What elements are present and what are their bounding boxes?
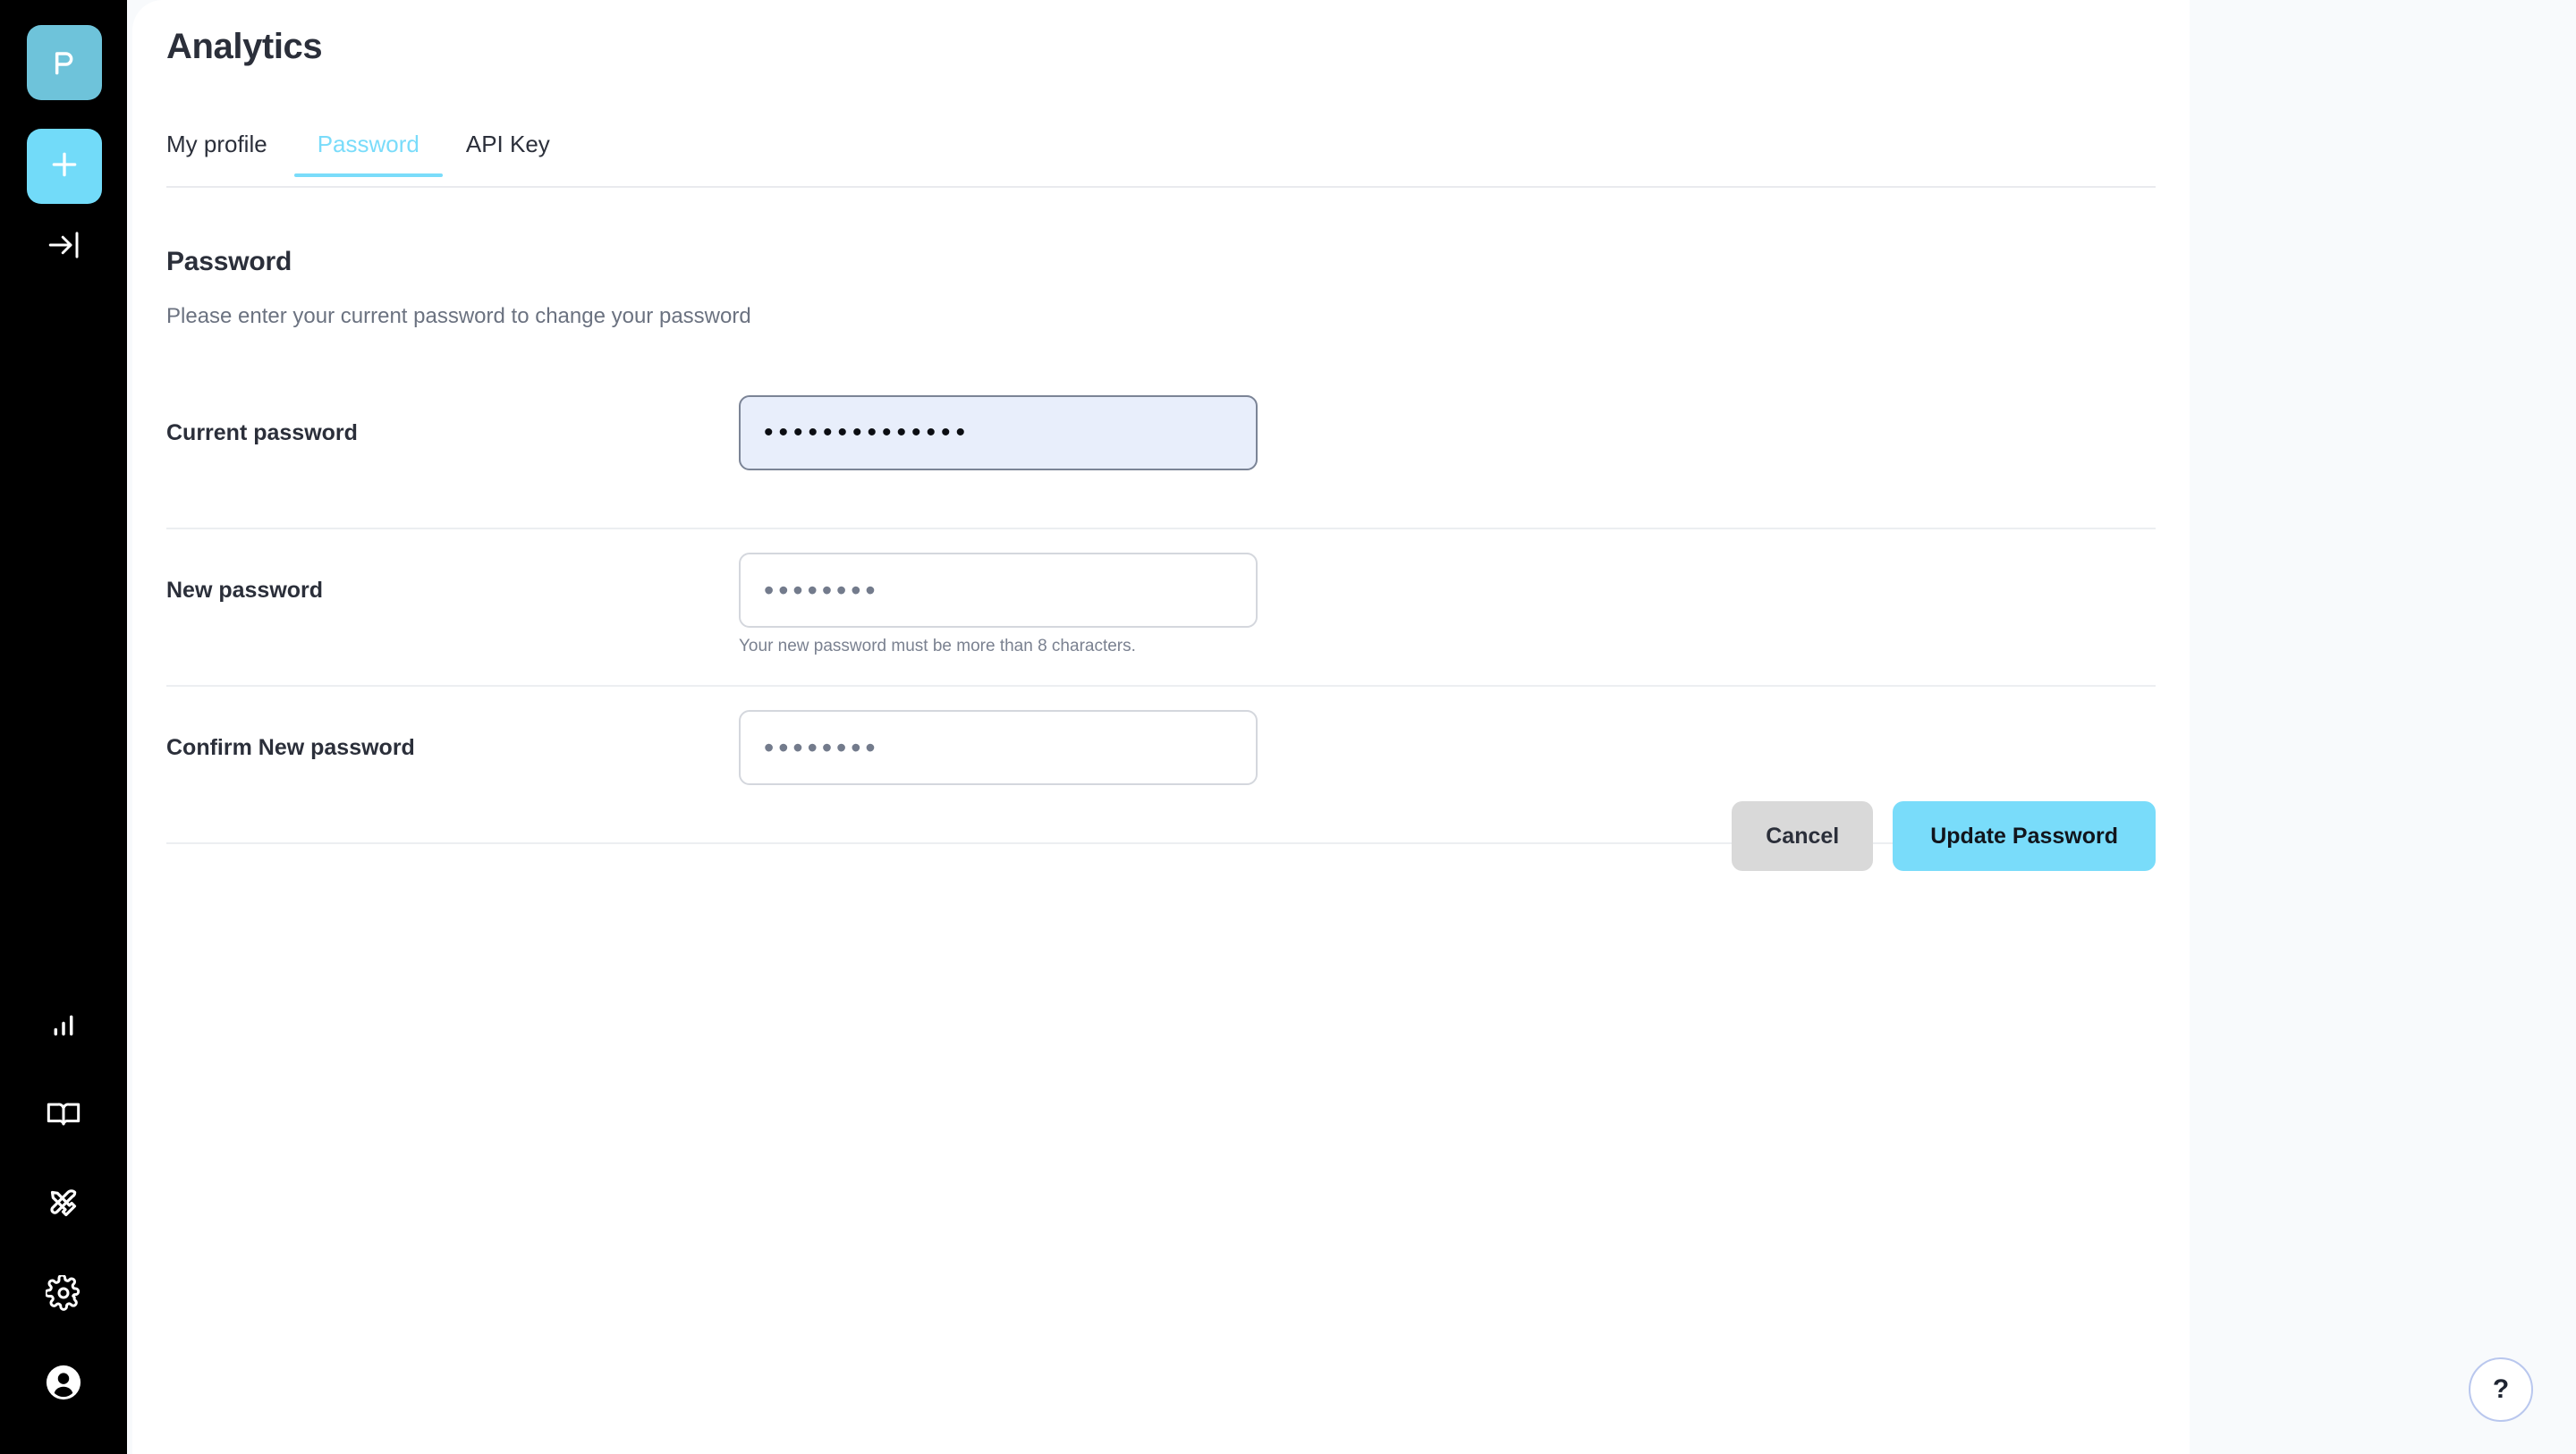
sidebar-item-profile[interactable] [0, 1340, 127, 1429]
bar-chart-icon [47, 1008, 80, 1046]
collapse-sidebar-button[interactable] [27, 220, 102, 274]
new-password-hint: Your new password must be more than 8 ch… [739, 637, 1136, 655]
sidebar-item-tools[interactable] [0, 1161, 127, 1250]
current-password-input[interactable]: •••••••••••••• [739, 395, 1258, 470]
section-description: Please enter your current password to ch… [166, 304, 751, 328]
password-form: Current password •••••••••••••• New pass… [166, 372, 2156, 844]
add-button[interactable] [27, 129, 102, 204]
tab-api-key[interactable]: API Key [443, 132, 573, 175]
new-password-value: •••••••• [764, 574, 880, 606]
sidebar-bottom-nav [0, 982, 127, 1454]
app-logo[interactable] [27, 25, 102, 100]
update-password-button[interactable]: Update Password [1893, 801, 2156, 871]
new-password-label: New password [166, 578, 324, 603]
confirm-password-value: •••••••• [764, 731, 880, 764]
book-icon [46, 1096, 81, 1137]
confirm-password-label: Confirm New password [166, 735, 415, 760]
confirm-password-control: •••••••• [739, 710, 1258, 785]
form-row-current-password: Current password •••••••••••••• [166, 372, 2156, 529]
new-password-control: •••••••• Your new password must be more … [739, 553, 1258, 656]
tools-icon [46, 1186, 81, 1226]
question-mark-icon: ? [2492, 1374, 2510, 1404]
tab-password[interactable]: Password [293, 132, 444, 177]
user-avatar-icon [44, 1363, 83, 1407]
plus-icon [47, 147, 82, 187]
confirm-password-input[interactable]: •••••••• [739, 710, 1258, 785]
tab-my-profile[interactable]: My profile [166, 132, 291, 175]
current-password-value: •••••••••••••• [764, 418, 971, 447]
sidebar-item-docs[interactable] [0, 1071, 127, 1161]
sidebar [0, 0, 127, 1454]
current-password-control: •••••••••••••• [739, 395, 1258, 470]
sidebar-item-analytics[interactable] [0, 982, 127, 1071]
help-button[interactable]: ? [2469, 1357, 2533, 1422]
page-card: Analytics My profile Password API Key Pa… [132, 0, 2190, 1454]
page-title: Analytics [166, 27, 323, 66]
form-row-new-password: New password •••••••• Your new password … [166, 529, 2156, 687]
current-password-label: Current password [166, 420, 358, 445]
section-title: Password [166, 247, 292, 276]
new-password-input[interactable]: •••••••• [739, 553, 1258, 628]
logo-p-icon [47, 45, 82, 80]
collapse-right-arrow-icon [46, 226, 83, 268]
tab-bar: My profile Password API Key [166, 132, 2156, 188]
form-actions: Cancel Update Password [166, 801, 2156, 871]
cancel-button[interactable]: Cancel [1732, 801, 1874, 871]
sidebar-item-settings[interactable] [0, 1250, 127, 1340]
gear-icon [44, 1273, 81, 1315]
